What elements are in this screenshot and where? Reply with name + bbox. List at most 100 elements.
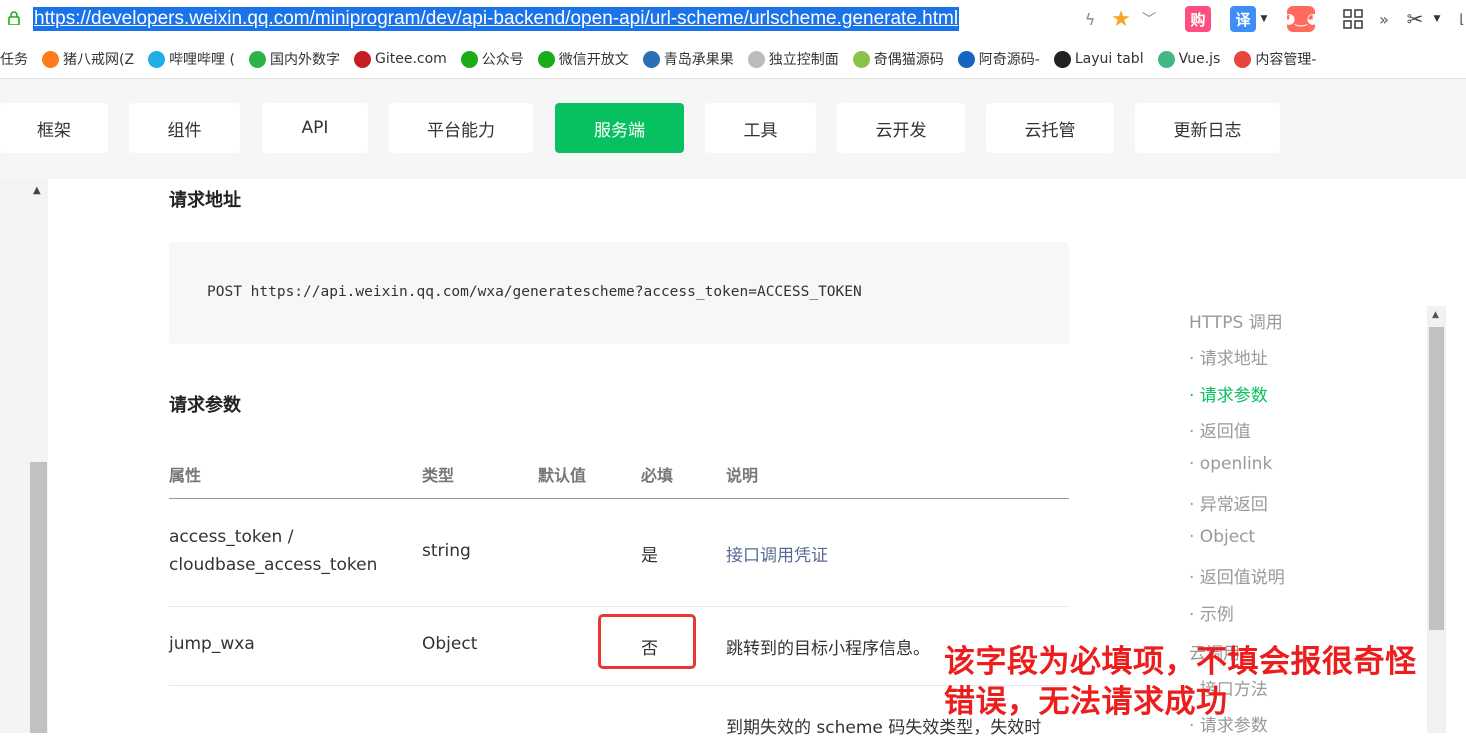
toc-scrollbar[interactable]: ▲ <box>1427 306 1446 733</box>
bookmark-item[interactable]: 内容管理- <box>1234 49 1316 69</box>
toc-item-example[interactable]: · 示例 <box>1189 600 1234 625</box>
m-icon <box>642 50 660 68</box>
toc-item-openlink[interactable]: · openlink <box>1189 454 1272 474</box>
pig-icon <box>42 50 59 68</box>
bookmark-item[interactable]: Layui tabl <box>1053 50 1144 68</box>
row1-attr-line1: access_token / <box>169 527 294 547</box>
tab-api[interactable]: API <box>262 103 368 153</box>
table-header-divider <box>169 498 1069 499</box>
bookmark-label: Gitee.com <box>374 51 447 67</box>
row1-type: string <box>422 541 471 561</box>
toc-item-https[interactable]: HTTPS 调用 <box>1189 308 1283 333</box>
bookmark-label: 青岛承果果 <box>663 52 734 68</box>
page-icon <box>747 50 765 68</box>
bookmarks-bar: 任务 猪八戒网(Z 哔哩哔哩 ( 国内外数字 Gitee.com 公众号 微信开放文 青岛承果… <box>0 40 1466 79</box>
tab-components[interactable]: 组件 <box>129 103 240 153</box>
toc-item-object[interactable]: · Object <box>1189 527 1255 547</box>
row1-desc-link[interactable]: 接口调用凭证 <box>726 541 828 566</box>
column-header-default: 默认值 <box>538 466 587 485</box>
column-header-desc: 说明 <box>726 466 759 485</box>
tab-changelog[interactable]: 更新日志 <box>1135 103 1280 153</box>
row1-required: 是 <box>641 546 658 566</box>
bookmark-item[interactable]: Gitee.com <box>353 50 447 68</box>
code-block: POST https://api.weixin.qq.com/wxa/gener… <box>169 242 1069 344</box>
bookmark-label: 国内外数字 <box>269 52 340 68</box>
row-divider <box>169 685 1069 686</box>
scroll-up-icon[interactable]: ▲ <box>1432 310 1439 320</box>
c-icon <box>1234 50 1252 68</box>
column-header-attr: 属性 <box>169 466 202 485</box>
scrollbar-thumb[interactable] <box>1429 327 1444 630</box>
toc-item-return[interactable]: · 返回值 <box>1189 417 1251 442</box>
bookmark-label: Vue.js <box>1178 51 1221 67</box>
bookmark-label: 奇偶猫源码 <box>873 52 944 68</box>
scissors-icon[interactable]: ✂ <box>1404 6 1426 32</box>
bookmark-item[interactable]: 奇偶猫源码 <box>852 49 944 69</box>
bilibili-icon <box>148 50 166 68</box>
wechat-icon <box>537 50 555 68</box>
gitee-icon <box>353 50 371 68</box>
tab-server[interactable]: 服务端 <box>555 103 684 153</box>
tab-tools[interactable]: 工具 <box>705 103 816 153</box>
row1-attr-line2: cloudbase_access_token <box>169 555 378 575</box>
toc-item-address[interactable]: · 请求地址 <box>1189 344 1268 369</box>
bookmark-item[interactable]: Vue.js <box>1157 50 1221 68</box>
row-divider <box>169 606 1069 607</box>
shopping-button[interactable]: 购 <box>1185 6 1211 32</box>
apps-grid-icon[interactable] <box>1342 6 1364 32</box>
double-chevron-right-icon[interactable]: » <box>1376 6 1392 32</box>
tab-framework[interactable]: 框架 <box>0 103 108 153</box>
bookmark-star-icon[interactable]: ★ <box>1110 6 1132 32</box>
translate-button[interactable]: 译 <box>1230 6 1256 32</box>
bookmark-item[interactable]: 青岛承果果 <box>642 49 734 69</box>
annotation-line-2: 错误，无法请求成功 <box>944 684 1228 720</box>
annotation-line-1: 该字段为必填项，不填会报很奇怪 <box>944 644 1417 680</box>
cat-icon <box>852 50 870 68</box>
bookmark-item[interactable]: 公众号 <box>460 49 524 69</box>
highlight-box <box>598 614 696 669</box>
column-header-type: 类型 <box>422 466 455 485</box>
bookmark-label: 任务 <box>0 52 28 68</box>
column-header-required: 必填 <box>641 466 674 485</box>
tab-cloud-dev[interactable]: 云开发 <box>837 103 965 153</box>
layui-icon <box>1053 50 1071 68</box>
left-scrollbar[interactable]: ▲ <box>0 179 48 733</box>
toc-item-error[interactable]: · 异常返回 <box>1189 490 1268 515</box>
corner-arrow-icon[interactable]: ⌊ <box>1458 6 1466 32</box>
bookmark-label: 哔哩哔哩 ( <box>169 52 235 68</box>
bookmark-item[interactable]: 哔哩哔哩 ( <box>148 49 235 69</box>
row2-attr: jump_wxa <box>169 634 255 654</box>
toc-item-return-desc[interactable]: · 返回值说明 <box>1189 563 1285 588</box>
row2-type: Object <box>422 634 478 654</box>
lightning-icon[interactable]: ϟ <box>1082 6 1098 32</box>
vue-icon <box>1157 50 1175 68</box>
tab-platform[interactable]: 平台能力 <box>389 103 533 153</box>
tab-cloud-hosting[interactable]: 云托管 <box>986 103 1114 153</box>
bookmark-label: 独立控制面 <box>768 52 839 68</box>
bookmark-item[interactable]: 猪八戒网(Z <box>42 49 134 69</box>
bookmark-item[interactable]: 微信开放文 <box>537 49 629 69</box>
scrollbar-thumb[interactable] <box>30 462 47 733</box>
bookmark-item[interactable]: 国内外数字 <box>248 49 340 69</box>
translate-dropdown-icon[interactable]: ▼ <box>1259 6 1269 32</box>
chevron-down-icon[interactable]: ﹀ <box>1140 6 1158 32</box>
bookmark-label: 公众号 <box>481 52 524 68</box>
bookmark-item[interactable]: 阿奇源码- <box>957 49 1040 69</box>
url-field[interactable]: https://developers.weixin.qq.com/minipro… <box>33 7 960 31</box>
in-icon <box>248 50 266 68</box>
green-swirl-icon <box>460 50 478 68</box>
gamepad-icon[interactable]: ◕‿◕ <box>1283 6 1319 32</box>
scissors-dropdown-icon[interactable]: ▼ <box>1432 6 1442 32</box>
top-nav: 框架 组件 API 平台能力 服务端 工具 云开发 云托管 更新日志 <box>0 79 1466 179</box>
scroll-up-icon[interactable]: ▲ <box>33 185 41 196</box>
address-bar: https://developers.weixin.qq.com/minipro… <box>0 0 1466 40</box>
lock-icon <box>8 11 20 25</box>
bookmark-item[interactable]: 任务 <box>0 49 28 69</box>
bookmark-label: 猪八戒网(Z <box>63 52 135 68</box>
toc-item-params[interactable]: · 请求参数 <box>1189 381 1268 406</box>
request-line: POST https://api.weixin.qq.com/wxa/gener… <box>207 284 862 300</box>
bookmark-item[interactable]: 独立控制面 <box>747 49 839 69</box>
section-title-address: 请求地址 <box>169 190 241 211</box>
bookmark-label: Layui tabl <box>1074 51 1144 67</box>
bookmark-label: 阿奇源码- <box>978 52 1040 68</box>
